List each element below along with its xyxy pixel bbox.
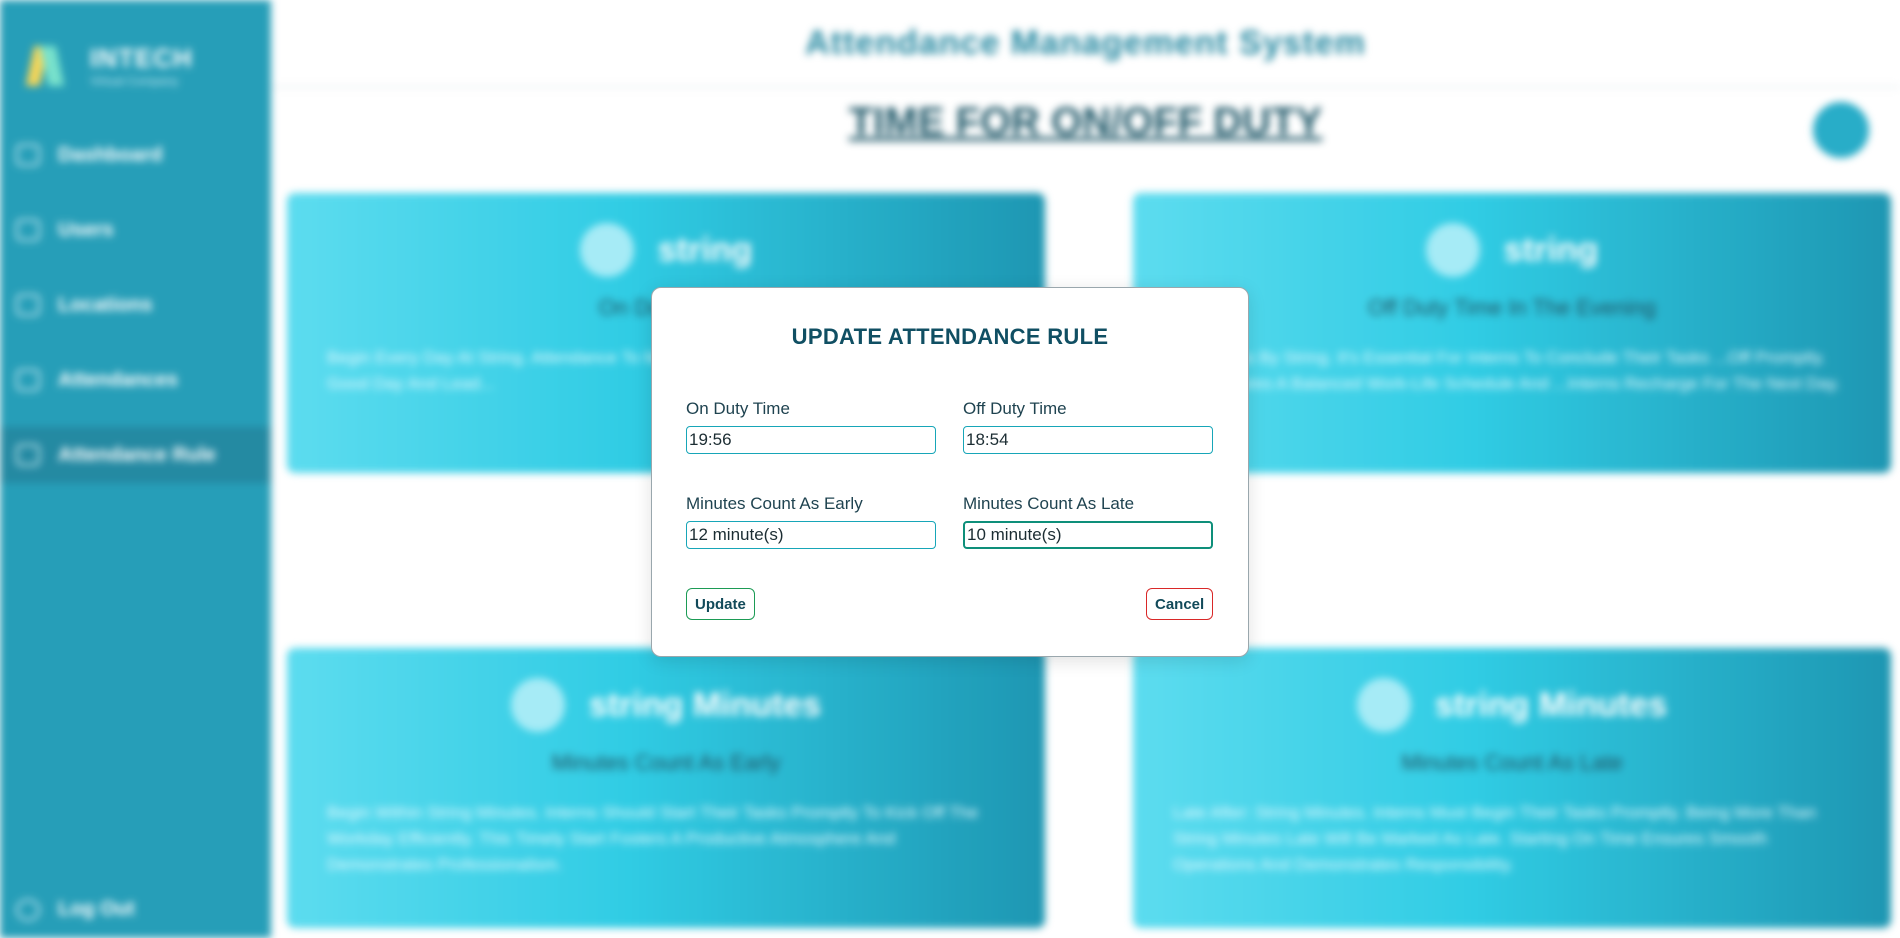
early-minutes-field: Minutes Count As Early [686, 494, 938, 549]
on-duty-label: On Duty Time [686, 399, 790, 418]
off-duty-label: Off Duty Time [963, 399, 1067, 418]
early-minutes-label: Minutes Count As Early [686, 494, 863, 513]
cancel-button[interactable]: Cancel [1146, 588, 1214, 620]
late-minutes-input[interactable] [963, 521, 1213, 549]
off-duty-input[interactable] [963, 426, 1213, 454]
on-duty-input[interactable] [686, 426, 936, 454]
on-duty-field: On Duty Time [686, 399, 938, 454]
late-minutes-label: Minutes Count As Late [963, 494, 1135, 513]
early-minutes-input[interactable] [686, 521, 936, 549]
off-duty-field: Off Duty Time [963, 399, 1215, 454]
update-rule-dialog: UPDATE ATTENDANCE RULE On Duty Time Off … [651, 287, 1249, 657]
late-minutes-field: Minutes Count As Late [963, 494, 1215, 549]
update-button[interactable]: Update [686, 588, 755, 620]
dialog-title: UPDATE ATTENDANCE RULE [791, 324, 1109, 349]
